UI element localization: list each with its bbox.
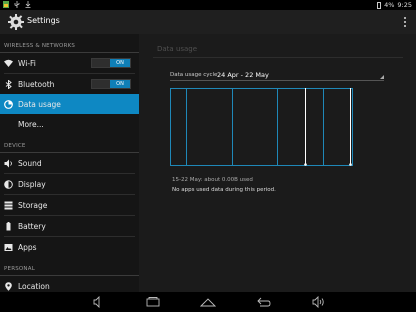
data-usage-panel: Data usage Data usage cycle 24 Apr - 22 …	[139, 34, 416, 292]
usage-cycle-label: Data usage cycle	[170, 72, 218, 78]
sidebar-item-apps[interactable]: Apps	[0, 237, 139, 257]
speaker-icon	[4, 159, 12, 168]
sidebar-item-more[interactable]: More...	[0, 114, 139, 134]
toggle-state: ON	[110, 59, 130, 67]
sidebar-item-label: Sound	[18, 159, 42, 168]
volume-down-icon[interactable]	[90, 296, 106, 308]
chart-frame	[170, 88, 353, 166]
wifi-toggle[interactable]: ON	[91, 58, 131, 68]
usage-cycle-spinner[interactable]: Data usage cycle 24 Apr - 22 May	[170, 71, 384, 81]
back-icon[interactable]	[256, 296, 272, 308]
download-icon	[25, 1, 31, 8]
status-bar: 4% 9:25	[0, 0, 416, 10]
toggle-state: ON	[110, 80, 130, 88]
sidebar-item-data-usage[interactable]: Data usage	[0, 94, 139, 114]
volume-up-icon[interactable]	[311, 296, 327, 308]
range-end-handle[interactable]	[349, 163, 352, 166]
dropdown-corner-icon	[380, 75, 384, 79]
sidebar-item-label: Location	[18, 282, 50, 291]
navigation-bar	[0, 292, 416, 312]
bluetooth-icon	[5, 80, 12, 89]
usage-range-summary: 15-22 May: about 0.00B used	[172, 177, 253, 183]
sidebar-item-sound[interactable]: Sound	[0, 153, 139, 173]
sidebar-item-storage[interactable]: Storage	[0, 195, 139, 215]
bluetooth-toggle[interactable]: ON	[91, 79, 131, 89]
battery-icon	[6, 222, 11, 231]
page-title: Settings	[27, 16, 60, 25]
section-header-wireless: WIRELESS & NETWORKS	[4, 43, 76, 49]
location-icon	[5, 282, 12, 291]
battery-percent: 4%	[384, 1, 395, 9]
sidebar-item-label: Display	[18, 180, 46, 189]
settings-sidebar: WIRELESS & NETWORKS Wi-Fi ON Bluetooth O…	[0, 34, 139, 292]
recent-apps-icon[interactable]	[145, 296, 161, 308]
heading-divider	[153, 57, 403, 58]
data-usage-icon	[4, 100, 13, 109]
sidebar-item-display[interactable]: Display	[0, 174, 139, 194]
sidebar-item-label: Storage	[18, 201, 48, 210]
sidebar-item-label: More...	[18, 120, 44, 129]
usb-icon	[14, 1, 20, 8]
section-header-personal: PERSONAL	[4, 266, 35, 272]
sidebar-item-label: Battery	[18, 222, 46, 231]
wifi-icon	[4, 59, 13, 67]
apps-icon	[4, 244, 13, 251]
sidebar-item-label: Data usage	[18, 100, 61, 109]
sidebar-item-battery[interactable]: Battery	[0, 216, 139, 236]
display-icon	[4, 180, 13, 189]
sidebar-item-label: Bluetooth	[18, 80, 55, 89]
panel-heading: Data usage	[157, 45, 198, 53]
action-bar: Settings	[0, 10, 416, 34]
battery-status-icon	[377, 1, 382, 9]
storage-icon	[4, 201, 13, 210]
range-start-handle[interactable]	[304, 163, 307, 166]
sidebar-item-bluetooth[interactable]: Bluetooth ON	[0, 74, 139, 94]
overflow-menu-icon[interactable]	[402, 16, 408, 28]
sidebar-item-wifi[interactable]: Wi-Fi ON	[0, 53, 139, 73]
gallery-icon	[3, 1, 9, 8]
usage-cycle-value: 24 Apr - 22 May	[217, 71, 269, 79]
sidebar-item-label: Wi-Fi	[18, 59, 36, 68]
home-icon[interactable]	[200, 296, 216, 308]
sidebar-item-label: Apps	[18, 243, 37, 252]
usage-chart[interactable]	[170, 88, 353, 166]
clock: 9:25	[397, 1, 412, 9]
section-header-device: DEVICE	[4, 143, 26, 149]
no-data-message: No apps used data during this period.	[172, 187, 276, 193]
gear-icon[interactable]	[7, 13, 25, 31]
